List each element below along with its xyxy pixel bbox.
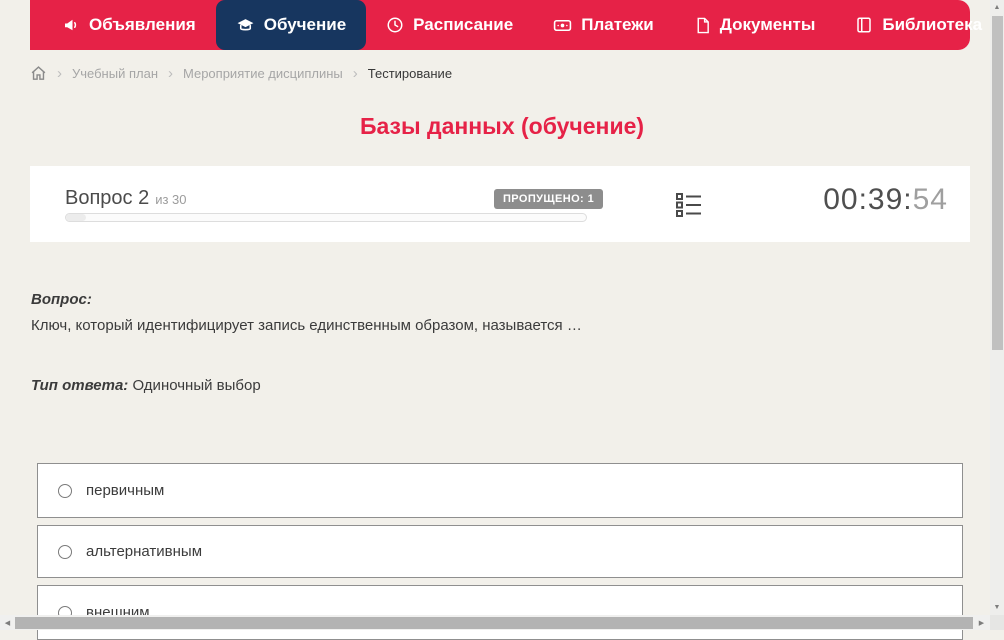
answer-type: Тип ответа: Одиночный выбор: [31, 377, 261, 394]
nav-item-label: Документы: [720, 15, 816, 35]
home-icon[interactable]: [30, 65, 47, 82]
scroll-up-arrow-icon[interactable]: ▲: [990, 0, 1004, 14]
answer-option-label: первичным: [86, 482, 164, 499]
document-icon: [694, 17, 711, 34]
clock-icon: [386, 16, 404, 34]
megaphone-icon: [62, 16, 80, 34]
scrollbar-corner: [990, 615, 1004, 630]
scroll-right-arrow-icon[interactable]: ▶: [974, 615, 989, 630]
nav-item-library[interactable]: Библиотека: [835, 0, 1004, 50]
question-header-card: Вопрос 2 из 30 ПРОПУЩЕНО: 1 00:39:54: [30, 166, 970, 242]
skipped-badge: ПРОПУЩЕНО: 1: [494, 189, 603, 209]
question-number-label: Вопрос 2: [65, 187, 149, 209]
question-text: Ключ, который идентифицирует запись един…: [31, 317, 931, 334]
nav-item-learning[interactable]: Обучение: [216, 0, 366, 50]
answer-type-label: Тип ответа:: [31, 377, 128, 394]
scroll-left-arrow-icon[interactable]: ◀: [0, 615, 15, 630]
nav-item-label: Расписание: [413, 15, 513, 35]
nav-item-schedule[interactable]: Расписание: [366, 0, 533, 50]
page-title: Базы данных (обучение): [0, 113, 1004, 140]
vertical-scrollbar-thumb[interactable]: [992, 16, 1003, 350]
answer-option-alternative[interactable]: альтернативным: [37, 525, 963, 578]
answer-option-label: альтернативным: [86, 543, 202, 560]
banknote-icon: [553, 16, 572, 35]
horizontal-scrollbar-thumb[interactable]: [15, 617, 973, 629]
answer-type-value: Одиночный выбор: [132, 377, 260, 394]
breadcrumb-separator-icon: ›: [57, 66, 62, 81]
answer-option-foreign[interactable]: внешним: [37, 585, 963, 640]
answer-option-primary[interactable]: первичным: [37, 463, 963, 518]
breadcrumb-separator-icon: ›: [353, 66, 358, 81]
nav-item-payments[interactable]: Платежи: [533, 0, 674, 50]
main-navbar: Объявления Обучение Расписание: [30, 0, 970, 50]
radio-button[interactable]: [58, 484, 72, 498]
nav-item-label: Обучение: [264, 15, 346, 35]
nav-item-label: Библиотека: [882, 15, 982, 35]
timer-seconds: 54: [913, 183, 948, 216]
horizontal-scrollbar[interactable]: ◀ ▶: [0, 615, 990, 630]
question-number: Вопрос 2 из 30: [65, 187, 187, 210]
breadcrumb-separator-icon: ›: [168, 66, 173, 81]
timer-minutes: 00:39:: [823, 183, 912, 216]
question-progress-fill: [66, 214, 86, 221]
nav-item-label: Объявления: [89, 15, 196, 35]
radio-button[interactable]: [58, 545, 72, 559]
breadcrumb: › Учебный план › Мероприятие дисциплины …: [30, 62, 452, 84]
timer: 00:39:54: [823, 183, 948, 217]
question-progress-bar: [65, 213, 587, 222]
nav-item-announcements[interactable]: Объявления: [42, 0, 216, 50]
book-icon: [855, 16, 873, 34]
question-label: Вопрос:: [31, 291, 92, 308]
breadcrumb-curriculum[interactable]: Учебный план: [72, 66, 158, 81]
question-list-icon[interactable]: [675, 191, 703, 219]
scroll-down-arrow-icon[interactable]: ▼: [990, 600, 1004, 614]
question-of-total: из 30: [155, 192, 186, 207]
breadcrumb-discipline-event[interactable]: Мероприятие дисциплины: [183, 66, 343, 81]
nav-item-documents[interactable]: Документы: [674, 0, 836, 50]
graduation-cap-icon: [236, 16, 255, 35]
vertical-scrollbar[interactable]: ▲ ▼: [990, 0, 1004, 615]
breadcrumb-testing: Тестирование: [368, 66, 452, 81]
nav-item-label: Платежи: [581, 15, 654, 35]
